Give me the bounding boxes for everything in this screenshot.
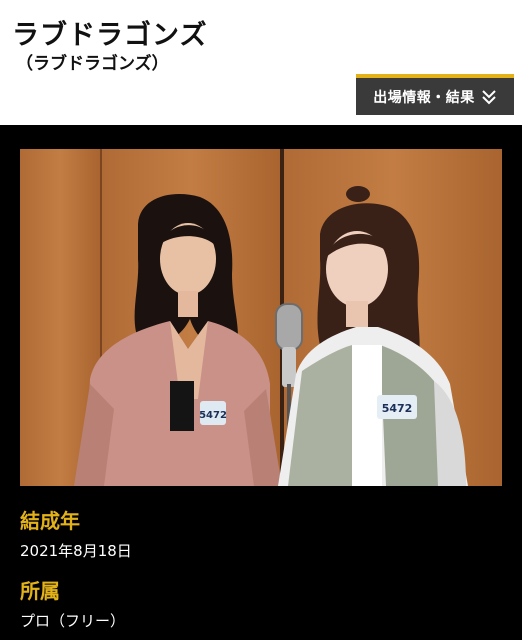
performance-video[interactable]: 5472 5472	[20, 149, 502, 486]
formation-year-section: 結成年 2021年8月18日	[20, 505, 132, 561]
left-performer: 5472	[74, 194, 282, 486]
affiliation-label: 所属	[20, 579, 60, 603]
page-header: ラブドラゴンズ （ラブドラゴンズ） 出場情報・結果	[0, 0, 522, 125]
content-area: 5472 5472 結成年 2021年8月18日 所属 プロ（フリー）	[0, 125, 522, 640]
affiliation-section: 所属 プロ（フリー）	[20, 575, 125, 631]
results-info-button[interactable]: 出場情報・結果	[356, 74, 514, 115]
formation-year-value: 2021年8月18日	[20, 542, 132, 560]
results-info-label: 出場情報・結果	[373, 89, 475, 106]
affiliation-value: プロ（フリー）	[20, 612, 126, 630]
page-subtitle: （ラブドラゴンズ）	[16, 54, 169, 74]
right-performer: 5472	[278, 186, 468, 486]
page-title: ラブドラゴンズ	[12, 20, 208, 51]
double-chevron-down-icon	[481, 89, 497, 105]
contestant-badge-number: 5472	[382, 402, 413, 415]
formation-year-label: 結成年	[20, 509, 80, 533]
contestant-badge-number: 5472	[199, 410, 227, 421]
